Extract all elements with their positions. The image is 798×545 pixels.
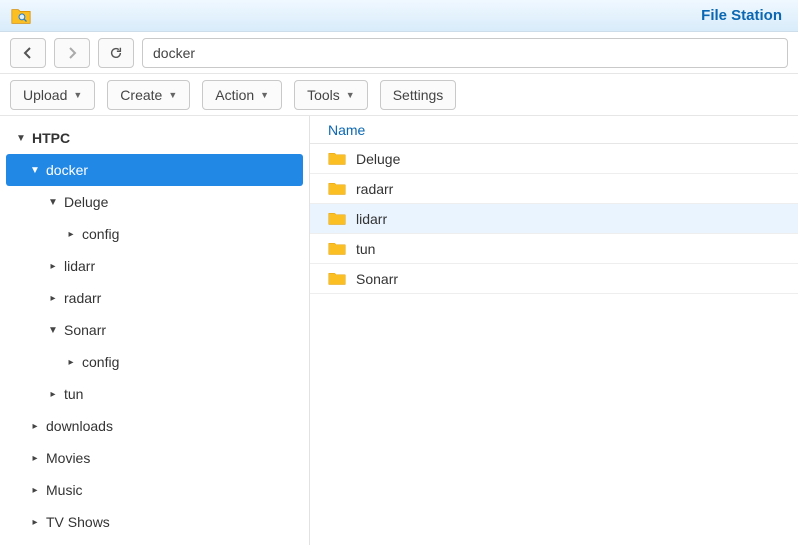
upload-label: Upload — [23, 87, 67, 103]
file-list: Name Deluge radarr lidarr tun Sonarr — [310, 116, 798, 545]
settings-button[interactable]: Settings — [380, 80, 457, 110]
file-row[interactable]: radarr — [310, 174, 798, 204]
action-label: Action — [215, 87, 254, 103]
tree-item[interactable]: ▸ config — [6, 218, 303, 250]
tree-item[interactable]: ▼ Deluge — [6, 186, 303, 218]
file-name: lidarr — [356, 211, 387, 227]
arrow-down-icon: ▼ — [46, 325, 60, 336]
file-name: Sonarr — [356, 271, 398, 287]
arrow-right-icon: ▸ — [28, 453, 42, 464]
chevron-right-icon — [67, 47, 77, 59]
tree-item[interactable]: ▸ Music — [6, 474, 303, 506]
arrow-right-icon: ▸ — [28, 485, 42, 496]
tree-item-label: config — [82, 226, 119, 242]
tree-item[interactable]: ▼ Sonarr — [6, 314, 303, 346]
file-row[interactable]: lidarr — [310, 204, 798, 234]
arrow-down-icon: ▼ — [28, 165, 42, 176]
caret-down-icon: ▼ — [73, 90, 82, 100]
create-button[interactable]: Create ▼ — [107, 80, 190, 110]
caret-down-icon: ▼ — [168, 90, 177, 100]
action-button[interactable]: Action ▼ — [202, 80, 282, 110]
arrow-right-icon: ▸ — [46, 293, 60, 304]
folder-icon — [328, 151, 346, 166]
tree-item[interactable]: ▸ lidarr — [6, 250, 303, 282]
file-row[interactable]: Deluge — [310, 144, 798, 174]
tree-item[interactable]: ▼ docker — [6, 154, 303, 186]
column-name-label: Name — [328, 122, 365, 138]
arrow-right-icon: ▸ — [28, 421, 42, 432]
tree-item-label: Sonarr — [64, 322, 106, 338]
forward-button[interactable] — [54, 38, 90, 68]
tree-root-label: HTPC — [32, 130, 70, 146]
folder-icon — [328, 271, 346, 286]
arrow-right-icon: ▸ — [46, 389, 60, 400]
app-folder-search-icon — [10, 5, 32, 27]
file-name: Deluge — [356, 151, 400, 167]
caret-down-icon: ▼ — [260, 90, 269, 100]
main-split: ▼ HTPC ▼ docker ▼ Deluge ▸ config ▸ lidarr ▸ rada… — [0, 116, 798, 545]
title-bar: File Station — [0, 0, 798, 32]
arrow-down-icon: ▼ — [14, 133, 28, 144]
file-row[interactable]: Sonarr — [310, 264, 798, 294]
tree-item-label: docker — [46, 162, 88, 178]
tree-item-label: tun — [64, 386, 83, 402]
folder-icon — [328, 211, 346, 226]
upload-button[interactable]: Upload ▼ — [10, 80, 95, 110]
arrow-right-icon: ▸ — [28, 517, 42, 528]
caret-down-icon: ▼ — [346, 90, 355, 100]
tree-item-label: TV Shows — [46, 514, 110, 530]
nav-row — [0, 32, 798, 74]
tree-item-label: lidarr — [64, 258, 95, 274]
toolbar: Upload ▼ Create ▼ Action ▼ Tools ▼ Settings — [0, 74, 798, 116]
tree-item[interactable]: ▸ Movies — [6, 442, 303, 474]
tree-item[interactable]: ▸ tun — [6, 378, 303, 410]
file-row[interactable]: tun — [310, 234, 798, 264]
refresh-button[interactable] — [98, 38, 134, 68]
refresh-icon — [109, 46, 123, 60]
arrow-right-icon: ▸ — [46, 261, 60, 272]
tree-item-label: radarr — [64, 290, 101, 306]
settings-label: Settings — [393, 87, 444, 103]
tree-item[interactable]: ▸ config — [6, 346, 303, 378]
path-input[interactable] — [142, 38, 788, 68]
back-button[interactable] — [10, 38, 46, 68]
tools-button[interactable]: Tools ▼ — [294, 80, 368, 110]
tree-item-label: Deluge — [64, 194, 108, 210]
tree-item[interactable]: ▸ TV Shows — [6, 506, 303, 538]
arrow-down-icon: ▼ — [46, 197, 60, 208]
tree-item-label: downloads — [46, 418, 113, 434]
tools-label: Tools — [307, 87, 340, 103]
tree-item-label: config — [82, 354, 119, 370]
folder-tree: ▼ HTPC ▼ docker ▼ Deluge ▸ config ▸ lidarr ▸ rada… — [0, 116, 310, 545]
app-title: File Station — [701, 7, 788, 24]
folder-icon — [328, 241, 346, 256]
file-name: tun — [356, 241, 375, 257]
chevron-left-icon — [23, 47, 33, 59]
tree-item[interactable]: ▸ downloads — [6, 410, 303, 442]
create-label: Create — [120, 87, 162, 103]
file-name: radarr — [356, 181, 393, 197]
arrow-right-icon: ▸ — [64, 357, 78, 368]
tree-item-label: Movies — [46, 450, 90, 466]
column-header-name[interactable]: Name — [310, 116, 798, 144]
tree-item-label: Music — [46, 482, 83, 498]
folder-icon — [328, 181, 346, 196]
arrow-right-icon: ▸ — [64, 229, 78, 240]
tree-item[interactable]: ▸ radarr — [6, 282, 303, 314]
tree-root[interactable]: ▼ HTPC — [6, 122, 303, 154]
